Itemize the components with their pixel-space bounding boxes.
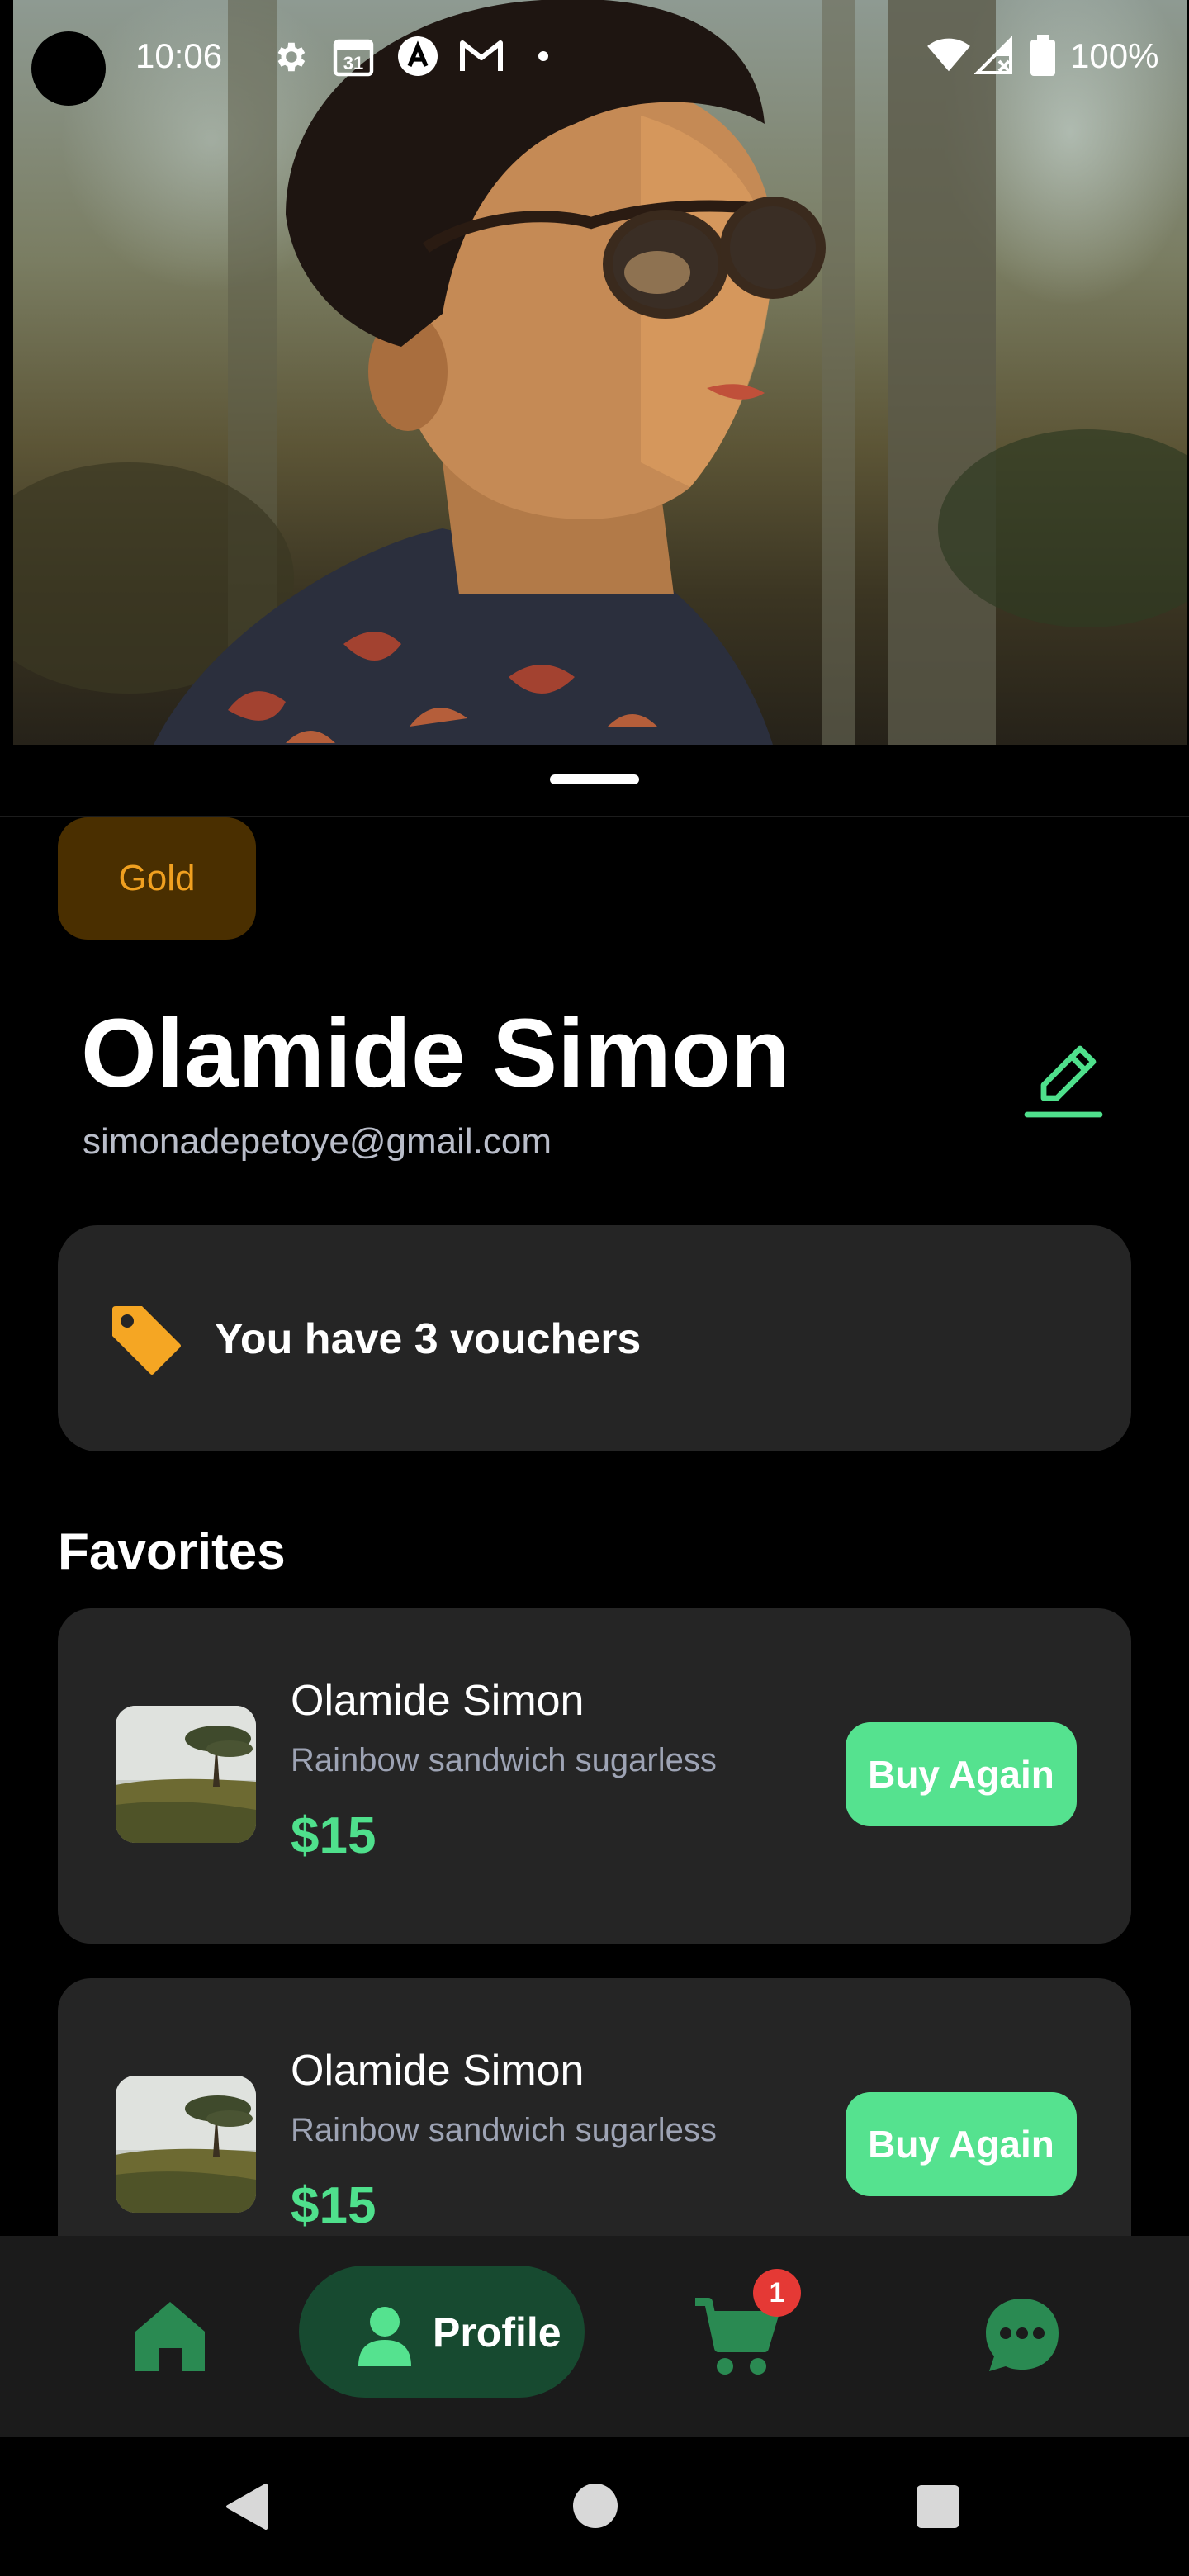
user-email: simonadepetoye@gmail.com: [83, 1121, 552, 1162]
status-time: 10:06: [135, 36, 223, 75]
favorite-item-description: Rainbow sandwich sugarless: [291, 2112, 717, 2148]
settings-gear-icon: [277, 42, 306, 72]
sheet-drag-handle[interactable]: [550, 774, 639, 784]
user-name: Olamide Simon: [81, 999, 790, 1108]
pencil-edit-icon[interactable]: [1021, 1039, 1106, 1125]
battery-icon: [1030, 35, 1055, 76]
tag-icon: [112, 1306, 181, 1375]
favorites-heading: Favorites: [58, 1523, 286, 1580]
favorite-item-name: Olamide Simon: [291, 1677, 585, 1725]
favorite-item-description: Rainbow sandwich sugarless: [291, 1742, 717, 1778]
membership-tier-badge: Gold: [58, 817, 256, 940]
cover-photo-illustration: [13, 0, 1187, 745]
cart-count-badge: 1: [753, 2269, 801, 2317]
voucher-count-text: You have 3 vouchers: [215, 1315, 642, 1363]
wifi-icon: [927, 38, 970, 72]
buy-again-button[interactable]: Buy Again: [846, 2092, 1077, 2196]
favorite-item-price: $15: [291, 2177, 377, 2234]
gmail-icon: [460, 40, 503, 71]
profile-cover-photo: [13, 0, 1187, 745]
back-icon[interactable]: [223, 2482, 272, 2531]
battery-percentage: 100%: [1070, 36, 1159, 75]
buy-again-button[interactable]: Buy Again: [846, 1722, 1077, 1826]
chat-icon[interactable]: [981, 2294, 1063, 2376]
app-a-icon: [398, 36, 438, 76]
svg-text:31: 31: [343, 53, 363, 73]
signal-icon: [974, 36, 1012, 74]
person-icon: [358, 2307, 411, 2366]
favorite-item-name: Olamide Simon: [291, 2047, 585, 2095]
home-icon[interactable]: [129, 2295, 211, 2378]
calendar-icon: 31: [333, 39, 374, 77]
favorite-item-price: $15: [291, 1807, 377, 1864]
notification-dot-icon: [538, 51, 548, 61]
favorite-item-card[interactable]: Olamide Simon Rainbow sandwich sugarless…: [58, 1608, 1131, 1944]
product-thumbnail: [116, 1706, 256, 1843]
camera-cutout: [31, 31, 106, 106]
recents-icon[interactable]: [917, 2485, 959, 2528]
nav-item-profile-label: Profile: [433, 2309, 561, 2356]
home-button-icon[interactable]: [573, 2484, 618, 2528]
product-thumbnail: [116, 2076, 256, 2213]
